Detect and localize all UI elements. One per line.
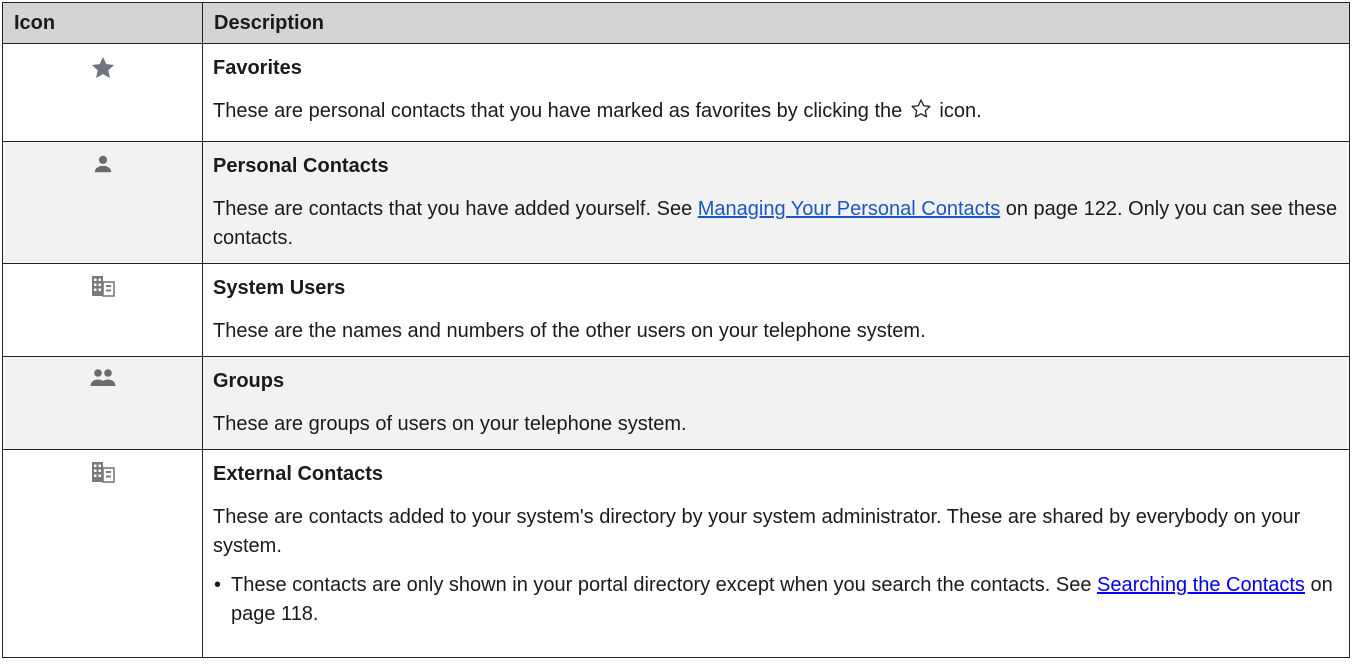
icon-cell	[2, 263, 203, 357]
table-row: Favorites These are personal contacts th…	[2, 43, 1350, 142]
description-cell: Personal Contacts These are contacts tha…	[202, 141, 1350, 264]
row-text: These are the names and numbers of the o…	[213, 320, 926, 342]
header-description: Description	[202, 2, 1350, 44]
row-text: These are contacts that you have added y…	[213, 198, 1338, 249]
row-title: Favorites	[213, 57, 302, 79]
icon-cell	[2, 356, 203, 450]
managing-personal-contacts-link[interactable]: Managing Your Personal Contacts	[698, 198, 1000, 220]
icon-cell	[2, 43, 203, 142]
description-cell: System Users These are the names and num…	[202, 263, 1350, 357]
row-text: These are groups of users on your teleph…	[213, 413, 687, 435]
description-cell: Groups These are groups of users on your…	[202, 356, 1350, 450]
row-text: These are contacts added to your system'…	[213, 506, 1301, 557]
row-title: External Contacts	[213, 463, 384, 485]
table-row: Personal Contacts These are contacts tha…	[2, 141, 1350, 264]
table-row: External Contacts These are contacts add…	[2, 449, 1350, 658]
bullet-marker: •	[214, 574, 222, 596]
searching-contacts-link[interactable]: Searching the Contacts	[1097, 574, 1305, 596]
description-cell: External Contacts These are contacts add…	[202, 449, 1350, 658]
building-icon	[91, 461, 115, 483]
row-title: Groups	[213, 370, 285, 392]
icon-cell	[2, 449, 203, 658]
contact-icons-table: Icon Description Favorites These are per…	[2, 2, 1350, 658]
star-icon	[90, 55, 116, 81]
row-text: These are personal contacts that you hav…	[213, 98, 982, 122]
row-title: System Users	[213, 277, 346, 299]
bullet-text: These contacts are only shown in your po…	[231, 574, 1333, 625]
star-outline-icon	[910, 98, 932, 120]
bullet-item: • These contacts are only shown in your …	[213, 571, 1339, 629]
person-icon	[92, 153, 114, 175]
description-cell: Favorites These are personal contacts th…	[202, 43, 1350, 142]
header-icon: Icon	[2, 2, 203, 44]
group-icon	[90, 368, 116, 388]
icon-cell	[2, 141, 203, 264]
building-icon	[91, 275, 115, 297]
table-header-row: Icon Description	[2, 2, 1350, 44]
table-row: Groups These are groups of users on your…	[2, 356, 1350, 450]
row-title: Personal Contacts	[213, 155, 389, 177]
table-row: System Users These are the names and num…	[2, 263, 1350, 357]
